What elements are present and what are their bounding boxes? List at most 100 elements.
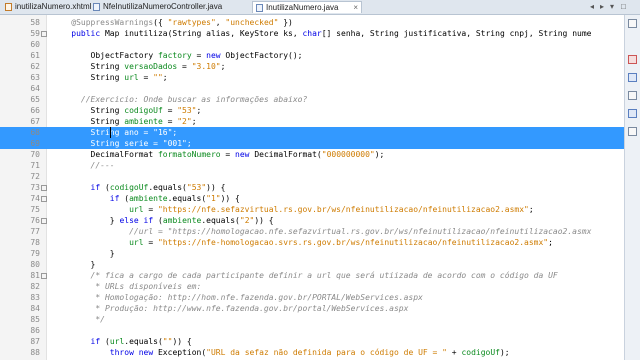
code-line[interactable]: 78 url = "https://nfe-homologacao.svrs.r… [0,237,624,248]
code-line[interactable]: 65 //Exercicio: Onde buscar as informaçõ… [0,94,624,105]
code-line[interactable]: 69 String serie = "001"; [0,138,624,149]
outline-icon[interactable] [628,73,637,82]
fold-toggle-icon[interactable] [41,273,47,279]
code-line[interactable]: 64 [0,83,624,94]
text-caret [110,127,111,138]
code-text: } [52,260,96,269]
code-text: //Exercicio: Onde buscar as informações … [52,95,308,104]
code-text: String serie = "001"; [52,139,192,148]
code-line[interactable]: 85 */ [0,314,624,325]
java-file-icon [93,3,100,11]
code-line[interactable]: 75 url = "https://nfe.sefazvirtual.rs.go… [0,204,624,215]
code-text: @SuppressWarnings({ "rawtypes", "uncheck… [71,18,293,27]
code-line[interactable]: 77 //url = "https://homologacao.nfe.sefa… [0,226,624,237]
code-line[interactable]: 76 } else if (ambiente.equals("2")) { [0,215,624,226]
line-number: 70 [30,150,40,159]
code-text: String ano = "16"; [52,128,178,137]
line-number: 87 [30,337,40,346]
tab-inutilizanumero-java[interactable]: InutilizaNumero.java × [252,1,362,13]
tab-nfeinutilizanumerocontroller-java[interactable]: NfeInutilizaNumeroController.java [90,1,250,13]
tab-inutilizanumero-xhtml[interactable]: inutilizaNumero.xhtml [2,1,92,13]
line-number: 86 [30,326,40,335]
tab-label: InutilizaNumero.java [266,3,339,12]
code-line[interactable]: 70 DecimalFormat formatoNumero = new Dec… [0,149,624,160]
code-line[interactable]: 71 //--- [0,160,624,171]
code-line[interactable]: 61 ObjectFactory factory = new ObjectFac… [0,50,624,61]
line-number: 83 [30,293,40,302]
code-line[interactable]: 82 * URLs disponíveis em: [0,281,624,292]
code-text: public Map inutiliza(String alias, KeySt… [71,29,592,38]
line-number: 80 [30,260,40,269]
line-number: 79 [30,249,40,258]
editor-tab-bar: inutilizaNumero.xhtml NfeInutilizaNumero… [0,0,640,15]
tab-label: inutilizaNumero.xhtml [15,2,92,11]
fold-toggle-icon[interactable] [41,218,47,224]
line-number: 88 [30,348,40,357]
line-number: 68 [30,128,40,137]
hierarchy-icon[interactable] [628,109,637,118]
scroll-tabs-left-icon[interactable]: ◂ [590,1,594,13]
html-file-icon [5,3,12,11]
line-number: 74 [30,194,40,203]
line-number: 77 [30,227,40,236]
code-text: //url = "https://homologacao.nfe.sefazvi… [52,227,592,236]
code-line[interactable]: 66 String codigoUf = "53"; [0,105,624,116]
line-number: 58 [30,18,40,27]
code-line[interactable]: 60 [0,39,624,50]
code-text: * Produção: http://www.nfe.fazenda.gov.b… [52,304,409,313]
code-line[interactable]: 73 if (codigoUf.equals("53")) { [0,182,624,193]
maximize-editor-icon[interactable]: □ [621,1,626,13]
line-number: 67 [30,117,40,126]
code-text: if (codigoUf.equals("53")) { [90,183,226,192]
line-number: 60 [30,40,40,49]
code-line[interactable]: 84 * Produção: http://www.nfe.fazenda.go… [0,303,624,314]
right-side-toolbar [624,15,640,360]
error-marker-icon[interactable] [628,55,637,64]
fold-toggle-icon[interactable] [41,31,47,37]
tab-list-dropdown-icon[interactable]: ▾ [610,1,614,13]
palette-icon[interactable] [628,127,637,136]
code-text: url = "https://nfe-homologacao.svrs.rs.g… [129,238,553,247]
code-text: //--- [52,161,115,170]
code-line[interactable]: 68 String ano = "16"; [0,127,624,138]
close-tab-icon[interactable]: × [353,2,358,14]
code-line[interactable]: 58 @SuppressWarnings({ "rawtypes", "unch… [0,17,624,28]
line-number: 71 [30,161,40,170]
code-text: } else if (ambiente.equals("2")) { [52,216,274,225]
fold-toggle-icon[interactable] [41,185,47,191]
line-number: 61 [30,51,40,60]
line-number: 69 [30,139,40,148]
fold-toggle-icon[interactable] [41,196,47,202]
code-line[interactable]: 86 [0,325,624,336]
navigator-icon[interactable] [628,19,637,28]
code-text: DecimalFormat formatoNumero = new Decima… [52,150,385,159]
line-number: 59 [30,29,40,38]
line-number: 62 [30,62,40,71]
code-editor[interactable]: 58 @SuppressWarnings({ "rawtypes", "unch… [0,15,624,360]
code-text: String ambiente = "2"; [52,117,197,126]
code-line[interactable]: 67 String ambiente = "2"; [0,116,624,127]
code-line[interactable]: 63 String url = ""; [0,72,624,83]
java-file-icon [256,4,263,12]
code-line[interactable]: 80 } [0,259,624,270]
line-number: 85 [30,315,40,324]
line-number: 64 [30,84,40,93]
line-number: 76 [30,216,40,225]
line-number: 73 [30,183,40,192]
code-line[interactable]: 87 if (url.equals("")) { [0,336,624,347]
code-line[interactable]: 88 throw new Exception("URL da sefaz não… [0,347,624,358]
code-line[interactable]: 81 /* fica a cargo de cada participante … [0,270,624,281]
code-text: throw new Exception("URL da sefaz não de… [109,348,510,357]
line-number: 66 [30,106,40,115]
code-line[interactable]: 72 [0,171,624,182]
tab-label: NfeInutilizaNumeroController.java [103,2,223,11]
code-line[interactable]: 62 String versaoDados = "3.10"; [0,61,624,72]
code-line[interactable]: 74 if (ambiente.equals("1")) { [0,193,624,204]
code-text: * Homologação: http://hom.nfe.fazenda.go… [52,293,423,302]
code-line[interactable]: 59 public Map inutiliza(String alias, Ke… [0,28,624,39]
tasks-icon[interactable] [628,91,637,100]
code-line[interactable]: 79 } [0,248,624,259]
code-line[interactable]: 83 * Homologação: http://hom.nfe.fazenda… [0,292,624,303]
scroll-tabs-right-icon[interactable]: ▸ [600,1,604,13]
code-text: } [52,249,115,258]
